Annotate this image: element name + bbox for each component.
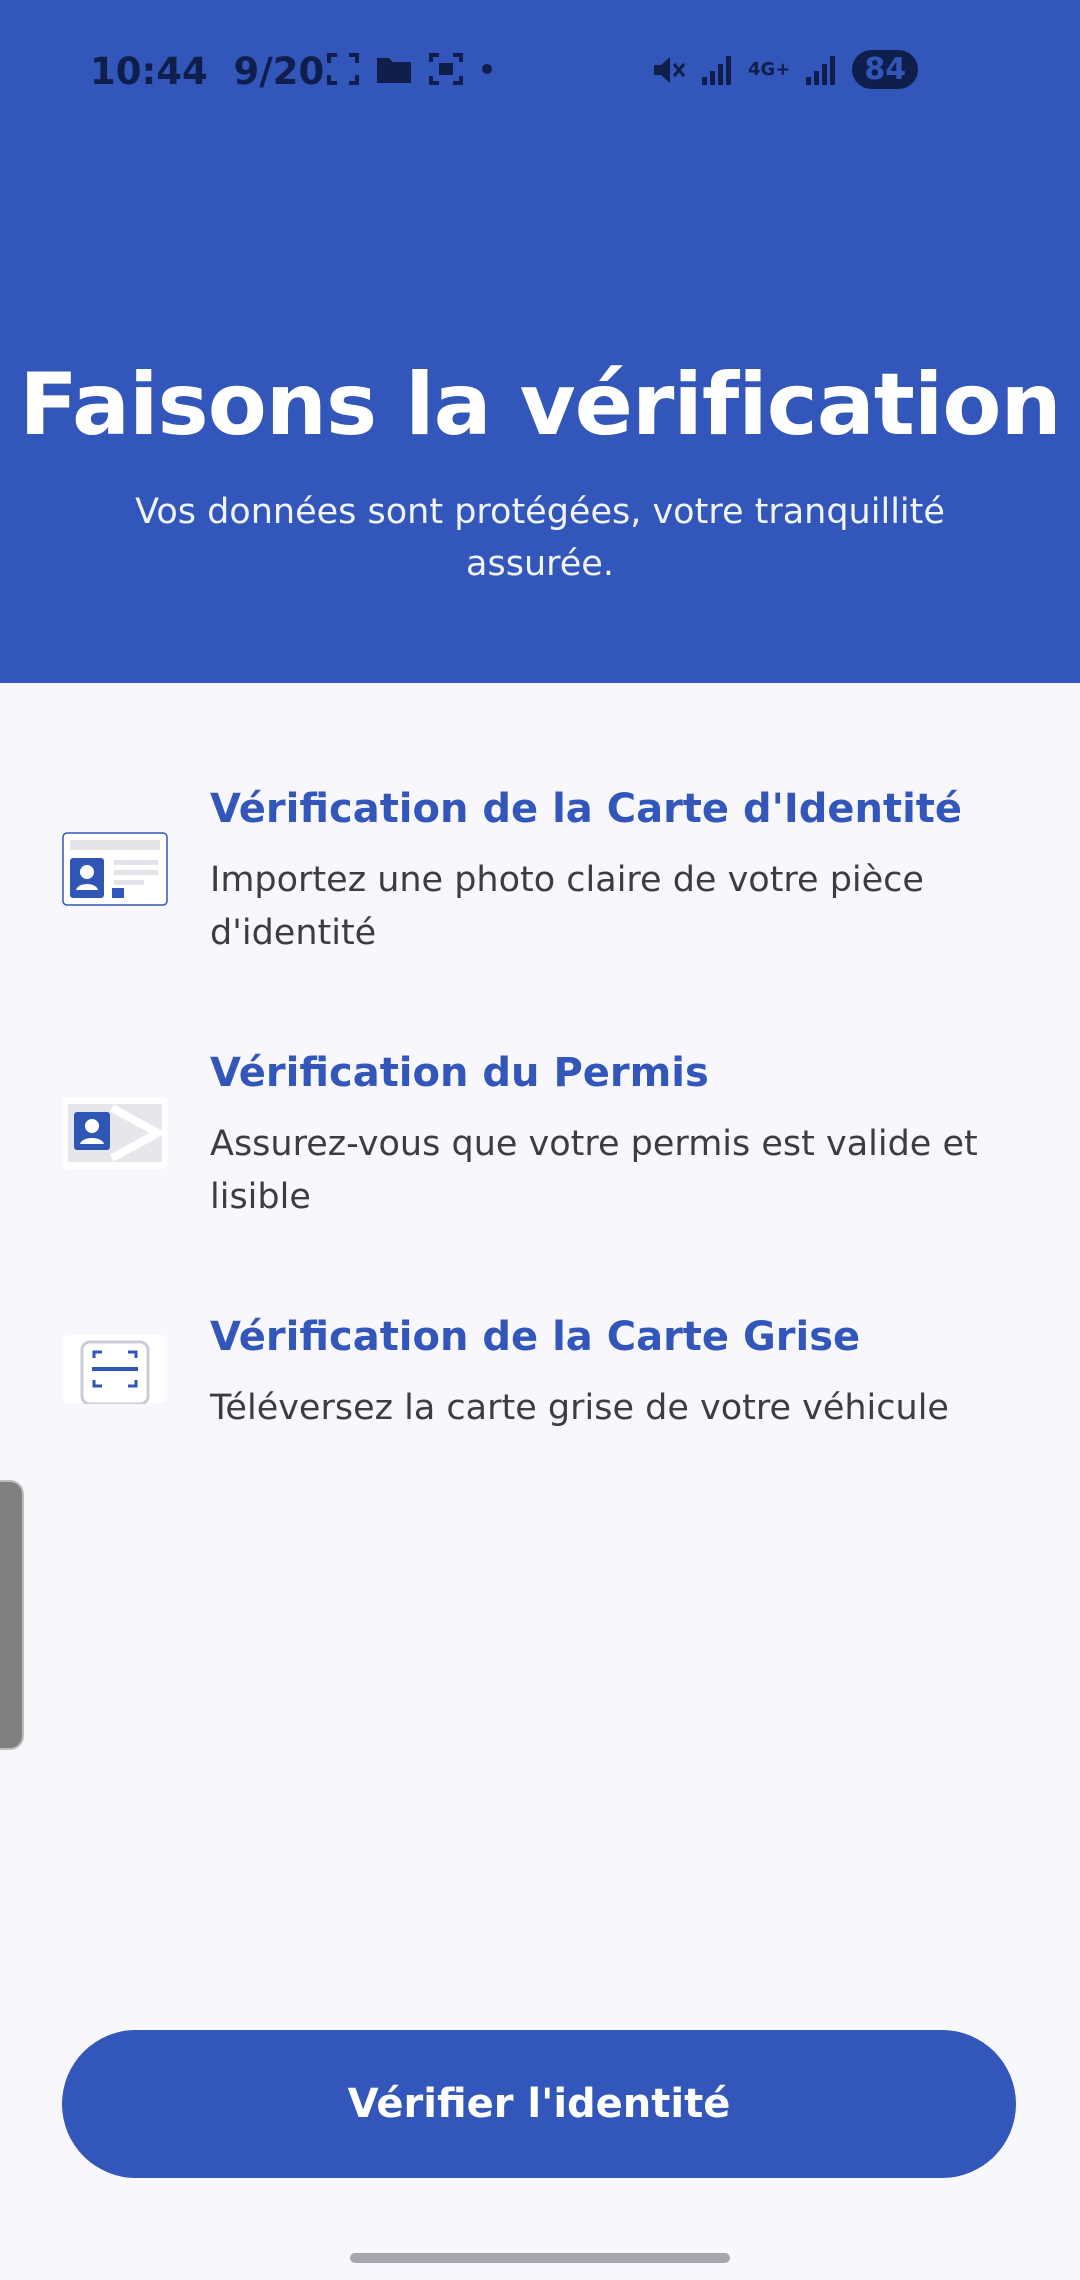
license-icon — [62, 1096, 168, 1170]
mute-icon — [654, 56, 686, 83]
status-time: 10:44 9/20 — [90, 50, 325, 93]
screen-record-icon — [429, 53, 463, 85]
screenshot-icon — [327, 53, 359, 85]
item-title: Vérification de la Carte Grise — [210, 1314, 861, 1360]
id-card-icon — [62, 832, 168, 906]
verify-identity-button[interactable]: Vérifier l'identité — [62, 2030, 1016, 2178]
page-title: Faisons la vérification — [19, 355, 1061, 455]
signal-icon-2 — [806, 55, 836, 85]
item-description: Assurez-vous que votre permis est valide… — [210, 1124, 978, 1217]
status-bar: 10:44 9/20 4G+ 84 — [0, 0, 1080, 144]
item-description: Téléversez la carte grise de votre véhic… — [210, 1388, 949, 1428]
status-icons-right: 4G+ 84 — [650, 50, 919, 89]
signal-icon — [702, 55, 731, 85]
item-description: Importez une photo claire de votre pièce… — [210, 860, 924, 953]
folder-icon — [377, 58, 411, 83]
item-title: Vérification de la Carte d'Identité — [210, 786, 963, 832]
page-subtitle: Vos données sont protégées, votre tranqu… — [135, 492, 945, 584]
item-title: Vérification du Permis — [210, 1050, 709, 1096]
status-icons-left — [326, 52, 494, 86]
header: 10:44 9/20 4G+ 84 Faisons la vérificatio… — [0, 0, 1080, 683]
battery-indicator: 84 — [852, 50, 919, 89]
home-indicator[interactable] — [350, 2253, 730, 2263]
notification-dot-icon — [482, 64, 492, 74]
verification-item-license[interactable]: Vérification du Permis Assurez-vous que … — [62, 1044, 1022, 1224]
verification-item-id-card[interactable]: Vérification de la Carte d'Identité Impo… — [62, 780, 1022, 960]
registration-card-icon — [62, 1334, 168, 1406]
verification-item-registration[interactable]: Vérification de la Carte Grise Téléverse… — [62, 1308, 1022, 1438]
network-type: 4G+ — [748, 59, 791, 80]
edge-panel-handle[interactable] — [0, 1480, 24, 1750]
